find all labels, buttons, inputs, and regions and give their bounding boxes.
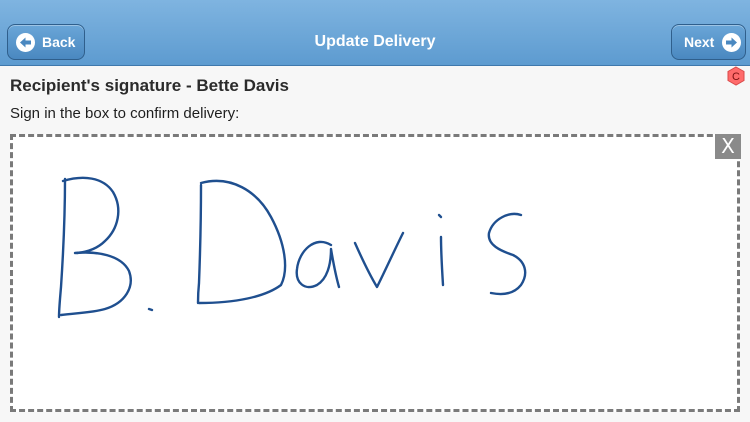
arrow-left-icon (16, 32, 35, 52)
status-badge: C (726, 66, 746, 86)
signature-stroke (57, 177, 67, 319)
signature-stroke (147, 307, 154, 312)
signature-stroke (487, 212, 527, 296)
status-badge-letter: C (732, 71, 740, 83)
signature-pad[interactable] (10, 134, 740, 412)
clear-signature-button[interactable]: X (715, 134, 741, 159)
signature-stroke (196, 183, 203, 305)
signature-stroke (59, 251, 132, 317)
signature-strokes (57, 176, 527, 319)
signature-stroke (353, 231, 405, 289)
signature-stroke (197, 179, 287, 305)
back-button[interactable]: Back (7, 24, 85, 60)
signature-stroke (295, 240, 341, 289)
next-button-label: Next (684, 34, 715, 50)
instruction-text: Sign in the box to confirm delivery: (10, 105, 240, 122)
signature-stroke (437, 213, 443, 219)
back-button-label: Back (42, 34, 76, 50)
navigation-bar: Back Update Delivery Next (0, 0, 750, 66)
signature-stroke (439, 235, 445, 287)
signature-stroke (61, 176, 120, 255)
arrow-right-icon (722, 32, 742, 52)
next-button[interactable]: Next (671, 24, 746, 60)
page-title: Update Delivery (314, 33, 436, 50)
recipient-signature-title: Recipient's signature - Bette Davis (10, 76, 289, 95)
